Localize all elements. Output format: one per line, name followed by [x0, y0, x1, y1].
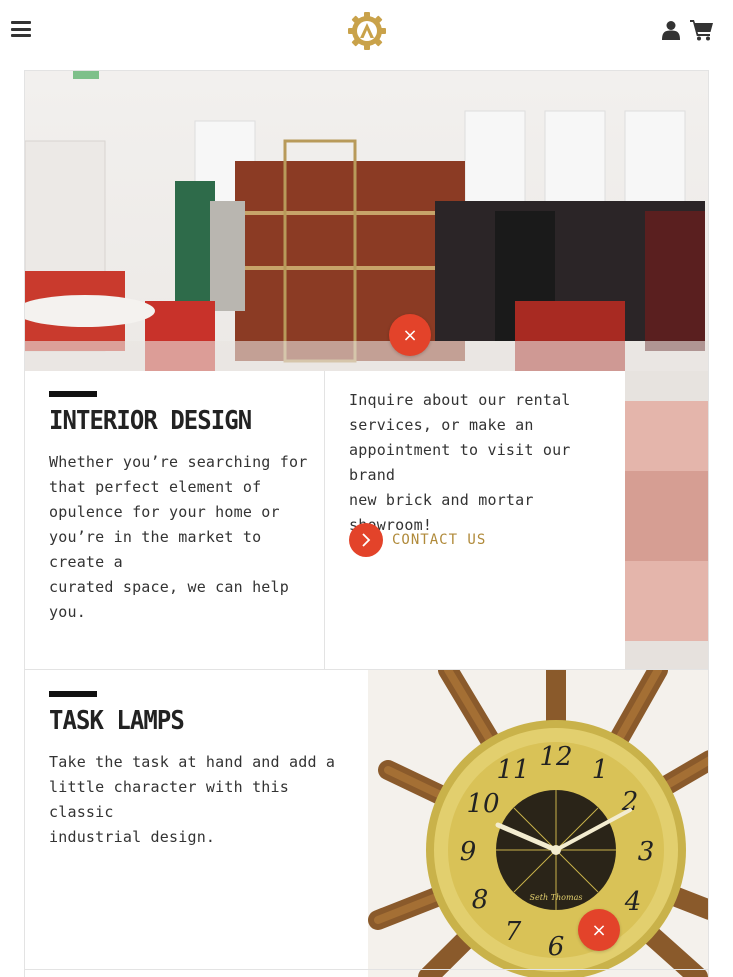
- chevron-right-icon[interactable]: [349, 523, 383, 557]
- text-line: Take the task at hand and add a: [49, 753, 336, 771]
- svg-text:8: 8: [472, 885, 489, 915]
- close-button[interactable]: ×: [389, 314, 431, 356]
- close-button[interactable]: ×: [578, 909, 620, 951]
- starburst-clock-photo: 12 1 2 3 4 11 10 9 8 7 6 Seth Thomas: [368, 670, 708, 977]
- interior-accent-bar: [49, 391, 97, 397]
- svg-text:1: 1: [592, 755, 609, 785]
- lamps-accent-bar: [49, 691, 97, 697]
- lamps-heading: TASK LAMPS: [49, 706, 185, 736]
- text-line: new brick and mortar: [349, 491, 534, 509]
- text-line: little character with this classic: [49, 778, 289, 821]
- text-line: industrial design.: [49, 828, 216, 846]
- svg-text:11: 11: [496, 755, 529, 785]
- svg-text:10: 10: [466, 789, 499, 819]
- user-icon[interactable]: [661, 20, 681, 40]
- site-header: [0, 0, 733, 70]
- interior-description: Whether you’re searching for that perfec…: [49, 450, 314, 625]
- svg-text:12: 12: [539, 742, 572, 772]
- text-line: services, or make an: [349, 416, 534, 434]
- contact-us-link[interactable]: CONTACT US: [349, 523, 486, 557]
- svg-text:9: 9: [460, 837, 477, 867]
- svg-text:4: 4: [624, 887, 642, 917]
- svg-text:7: 7: [505, 917, 522, 947]
- contact-us-label[interactable]: CONTACT US: [392, 532, 486, 548]
- text-line: Inquire about our rental: [349, 391, 571, 409]
- clock-brand-text: Seth Thomas: [530, 893, 583, 902]
- section-divider: [24, 969, 709, 977]
- interior-heading: INTERIOR DESIGN: [49, 406, 252, 436]
- text-line: appointment to visit our brand: [349, 441, 571, 484]
- shopping-cart-icon[interactable]: [690, 19, 714, 41]
- text-line: Whether you’re searching for: [49, 453, 308, 471]
- hamburger-menu-icon[interactable]: [11, 21, 31, 37]
- interior-cta-text: Inquire about our rental services, or ma…: [349, 388, 614, 538]
- svg-text:6: 6: [548, 932, 565, 962]
- text-line: that perfect element of: [49, 478, 262, 496]
- text-line: curated space, we can help: [49, 578, 289, 596]
- lamps-description: Take the task at hand and add a little c…: [49, 750, 339, 850]
- svg-text:3: 3: [638, 837, 655, 867]
- text-line: you.: [49, 603, 86, 621]
- text-line: opulence for your home or: [49, 503, 280, 521]
- text-line: you’re in the market to create a: [49, 528, 262, 571]
- gear-logo-icon[interactable]: [346, 10, 388, 52]
